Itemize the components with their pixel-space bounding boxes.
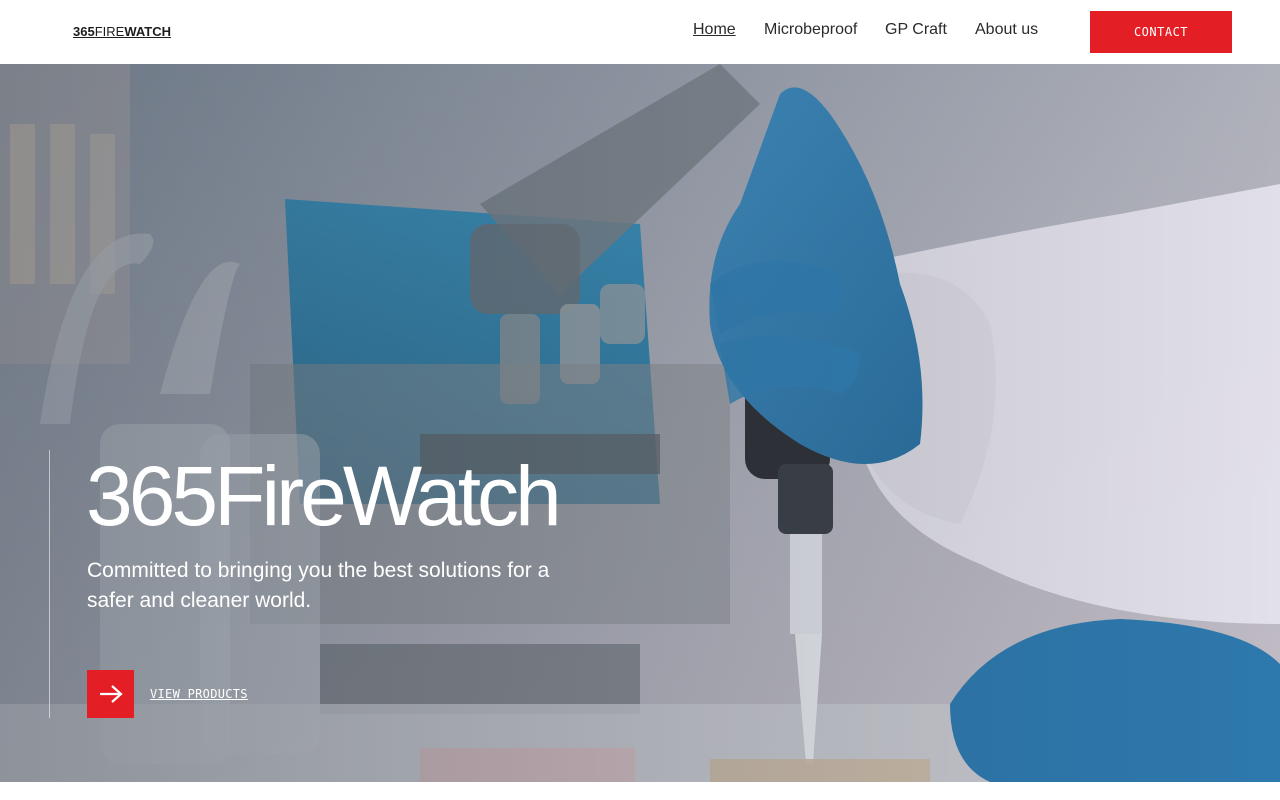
site-header: 365FIREWATCH Home Microbeproof GP Craft … <box>0 0 1280 64</box>
hero-title: 365FireWatch <box>86 449 562 543</box>
view-products-link[interactable]: VIEW PRODUCTS <box>150 687 248 701</box>
logo-part-fire: FIRE <box>94 24 125 39</box>
site-logo[interactable]: 365FIREWATCH <box>73 24 171 39</box>
nav-link-microbeproof[interactable]: Microbeproof <box>764 21 857 39</box>
logo-part-365: 365 <box>73 24 95 39</box>
nav-link-home[interactable]: Home <box>693 21 736 39</box>
contact-button[interactable]: CONTACT <box>1090 11 1232 53</box>
arrow-right-icon <box>99 685 123 703</box>
page-bottom-strip <box>0 782 1280 800</box>
nav-link-gp-craft[interactable]: GP Craft <box>885 21 947 39</box>
hero-divider <box>49 450 50 718</box>
hero-overlay <box>0 64 1280 782</box>
hero-subtitle: Committed to bringing you the best solut… <box>87 559 550 612</box>
nav-link-about-us[interactable]: About us <box>975 21 1038 39</box>
hero-section: 365FireWatch Committed to bringing you t… <box>0 64 1280 782</box>
view-products-arrow-button[interactable] <box>87 670 134 718</box>
logo-part-watch: WATCH <box>124 24 172 39</box>
